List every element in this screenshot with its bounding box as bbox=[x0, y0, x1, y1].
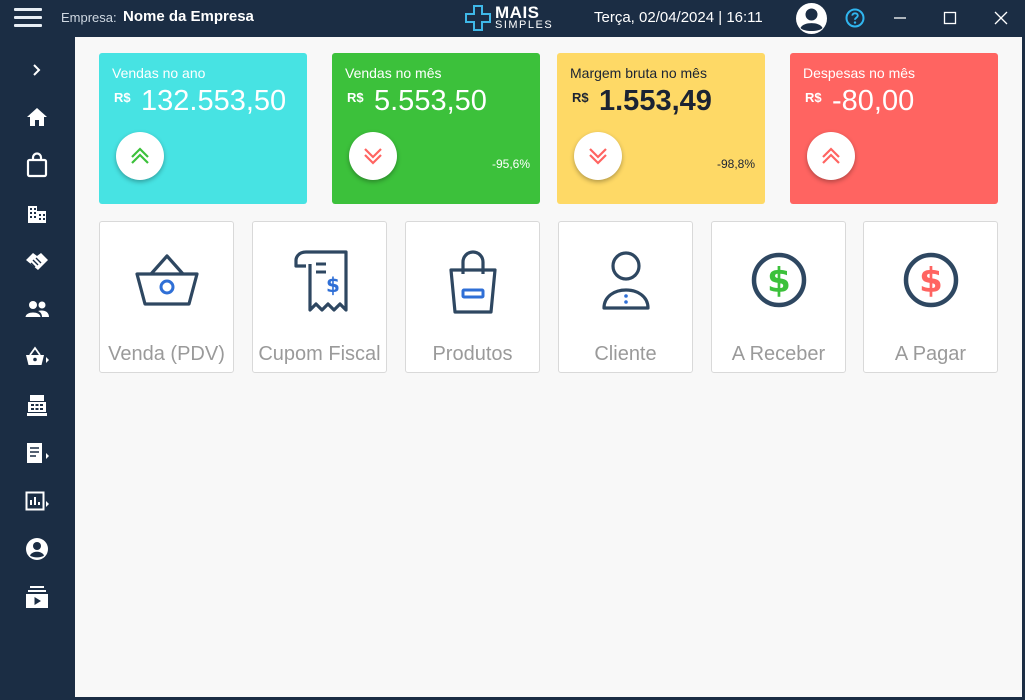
double-chevron-down-icon bbox=[364, 148, 382, 165]
tile-label: A Pagar bbox=[894, 343, 967, 365]
shopping-bag-icon bbox=[448, 250, 497, 314]
tile-client[interactable]: Cliente bbox=[558, 221, 693, 373]
card-value: 132.553,50 bbox=[141, 85, 287, 117]
currency-symbol: R$ bbox=[114, 90, 131, 105]
dollar-green-icon: $ bbox=[751, 252, 806, 308]
client-icon bbox=[601, 251, 650, 310]
sidebar-item-company[interactable] bbox=[24, 198, 60, 228]
cash-register-icon bbox=[27, 395, 47, 416]
card-annual-sales[interactable]: Vendas no ano R$ 132.553,50 bbox=[99, 53, 307, 204]
sidebar-item-partners[interactable] bbox=[24, 246, 60, 276]
shopping-bag-icon bbox=[26, 152, 48, 178]
date-time: Terça, 02/04/2024 | 16:11 bbox=[594, 9, 763, 26]
svg-text:$: $ bbox=[919, 261, 943, 301]
tile-label: A Receber bbox=[731, 343, 826, 365]
people-icon bbox=[25, 301, 49, 317]
minimize-icon[interactable] bbox=[888, 6, 912, 30]
dashboard: Vendas no ano R$ 132.553,50 Vendas no mê… bbox=[75, 37, 1022, 697]
medical-cross-icon bbox=[465, 5, 491, 31]
sidebar-item-home[interactable] bbox=[24, 102, 60, 132]
tile-products[interactable]: Produtos bbox=[405, 221, 540, 373]
user-account-icon[interactable] bbox=[795, 2, 828, 35]
double-chevron-up-icon bbox=[131, 147, 149, 164]
chevron-right-icon bbox=[33, 64, 41, 76]
tile-sale-pdv[interactable]: Venda (PDV) bbox=[99, 221, 234, 373]
double-chevron-down-icon bbox=[589, 148, 607, 165]
trend-down-button[interactable] bbox=[349, 132, 397, 180]
trend-up-button[interactable] bbox=[116, 132, 164, 180]
maximize-icon[interactable] bbox=[938, 6, 962, 30]
tile-label: Cupom Fiscal bbox=[258, 343, 381, 365]
basket-icon bbox=[134, 254, 199, 306]
dollar-red-icon: $ bbox=[903, 252, 958, 308]
sidebar bbox=[0, 37, 75, 700]
svg-text:$: $ bbox=[326, 273, 340, 297]
trend-up-button[interactable] bbox=[807, 132, 855, 180]
building-icon bbox=[28, 206, 46, 223]
sidebar-item-people[interactable] bbox=[24, 294, 60, 324]
currency-symbol: R$ bbox=[347, 90, 364, 105]
company-label: Empresa: bbox=[61, 10, 117, 25]
help-icon[interactable] bbox=[845, 8, 865, 28]
card-percent: -98,8% bbox=[716, 157, 755, 171]
sidebar-item-products[interactable] bbox=[24, 150, 60, 180]
trend-down-button[interactable] bbox=[574, 132, 622, 180]
card-label: Margem bruta no mês bbox=[570, 65, 707, 81]
sidebar-item-sales[interactable] bbox=[24, 342, 60, 372]
tile-label: Venda (PDV) bbox=[108, 343, 225, 365]
sidebar-expand[interactable] bbox=[24, 55, 60, 85]
card-monthly-sales[interactable]: Vendas no mês R$ 5.553,50 -95,6% bbox=[332, 53, 540, 204]
sidebar-item-cashier[interactable] bbox=[24, 390, 60, 420]
double-chevron-up-icon bbox=[822, 147, 840, 164]
sidebar-item-videos[interactable] bbox=[24, 582, 60, 612]
home-icon bbox=[27, 108, 47, 126]
svg-text:$: $ bbox=[767, 261, 791, 301]
tile-payables[interactable]: $ A Pagar bbox=[863, 221, 998, 373]
title-bar: Empresa: Nome da Empresa MAIS SIMPLES Te… bbox=[0, 0, 1025, 37]
company-name: Nome da Empresa bbox=[123, 8, 254, 25]
sidebar-item-reports[interactable] bbox=[24, 486, 60, 516]
close-icon[interactable] bbox=[989, 6, 1013, 30]
card-percent: -95,6% bbox=[491, 157, 530, 171]
handshake-icon bbox=[26, 253, 48, 270]
basket-icon bbox=[26, 346, 49, 365]
currency-symbol: R$ bbox=[805, 90, 822, 105]
card-gross-margin[interactable]: Margem bruta no mês R$ 1.553,49 -98,8% bbox=[557, 53, 765, 204]
tile-label: Produtos bbox=[432, 343, 513, 365]
sidebar-item-fiscal[interactable] bbox=[24, 438, 60, 468]
report-chart-icon bbox=[25, 491, 49, 511]
app-logo: MAIS SIMPLES bbox=[465, 3, 565, 33]
card-value: -80,00 bbox=[832, 85, 915, 117]
receipt-icon: $ bbox=[293, 250, 348, 312]
card-label: Vendas no ano bbox=[112, 65, 206, 81]
card-label: Despesas no mês bbox=[803, 65, 916, 81]
currency-symbol: R$ bbox=[572, 90, 589, 105]
logo-text-sub: SIMPLES bbox=[495, 19, 554, 31]
account-icon bbox=[26, 538, 48, 560]
hamburger-menu-icon[interactable] bbox=[14, 8, 42, 28]
card-monthly-expenses[interactable]: Despesas no mês R$ -80,00 bbox=[790, 53, 998, 204]
tile-receivables[interactable]: $ A Receber bbox=[711, 221, 846, 373]
video-library-icon bbox=[26, 586, 48, 608]
card-value: 1.553,49 bbox=[599, 85, 712, 117]
receipt-icon bbox=[27, 443, 49, 463]
card-value: 5.553,50 bbox=[374, 85, 487, 117]
sidebar-item-account[interactable] bbox=[24, 534, 60, 564]
card-label: Vendas no mês bbox=[345, 65, 442, 81]
tile-label: Cliente bbox=[594, 343, 657, 365]
tile-fiscal-coupon[interactable]: $ Cupom Fiscal bbox=[252, 221, 387, 373]
